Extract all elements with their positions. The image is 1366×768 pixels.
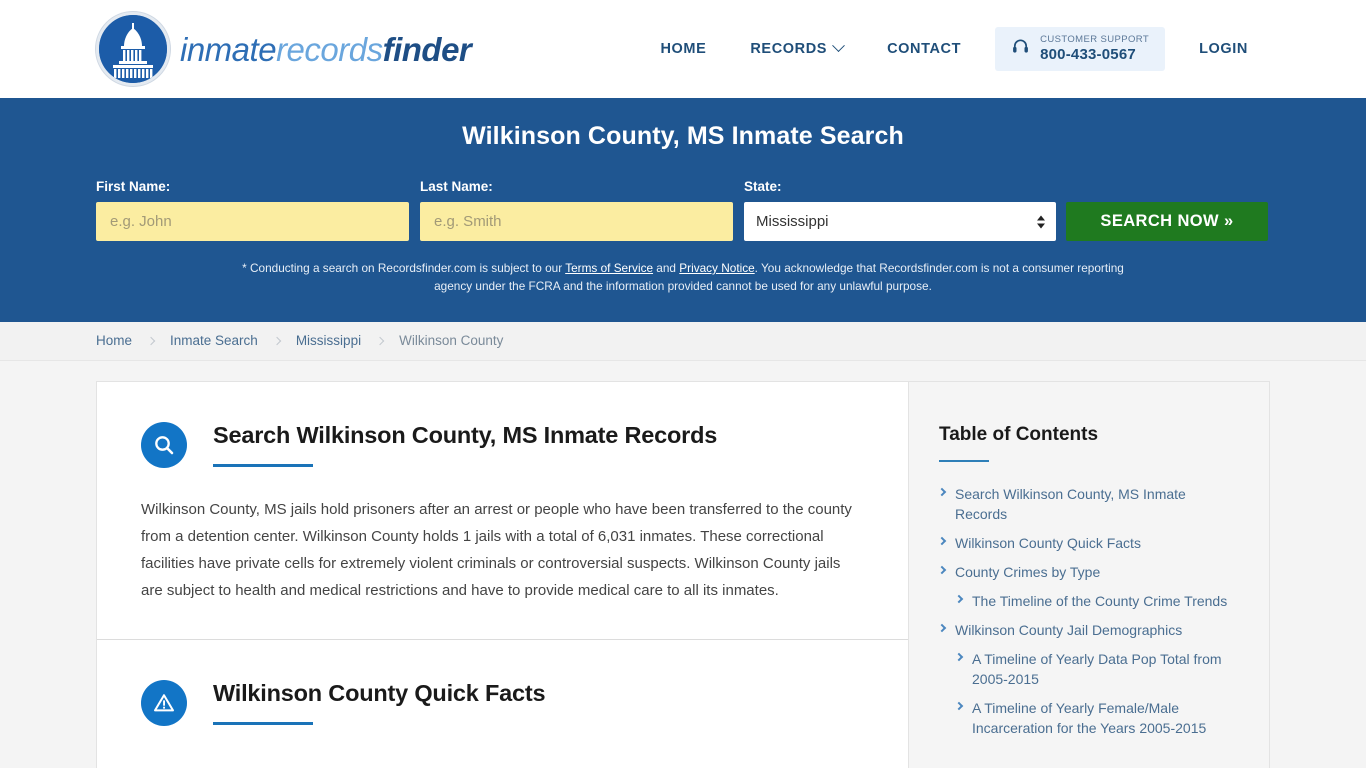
chevron-right-icon — [937, 565, 947, 574]
breadcrumb-bar: Home Inmate Search Mississippi Wilkinson… — [0, 321, 1366, 361]
headset-icon — [1011, 37, 1030, 61]
toc-underline — [939, 459, 989, 462]
chevron-right-icon — [954, 701, 964, 710]
chevron-right-icon — [937, 487, 947, 496]
disclaimer-part-2: and — [653, 261, 680, 275]
state-select[interactable]: Mississippi — [744, 202, 1056, 241]
inmate-search-form: First Name: Last Name: State: Mississipp… — [96, 179, 1270, 241]
chevron-right-icon — [937, 623, 947, 632]
toc-link[interactable]: The Timeline of the County Crime Trends — [972, 591, 1227, 611]
chevron-right-icon — [375, 336, 385, 345]
toc-item[interactable]: Wilkinson County Jail Demographics — [937, 620, 1241, 640]
chevron-down-icon — [832, 39, 845, 53]
table-of-contents-sidebar: Table of Contents Search Wilkinson Count… — [908, 381, 1269, 768]
nav-records-label: RECORDS — [750, 40, 828, 57]
site-header: inmaterecordsfinder HOME RECORDS CONTACT… — [0, 0, 1366, 98]
toc-link[interactable]: County Crimes by Type — [955, 562, 1100, 582]
first-name-field-group: First Name: — [96, 179, 409, 241]
nav-login[interactable]: LOGIN — [1177, 31, 1270, 67]
nav-contact[interactable]: CONTACT — [865, 31, 983, 67]
terms-of-service-link[interactable]: Terms of Service — [565, 261, 653, 275]
toc-item[interactable]: The Timeline of the County Crime Trends — [939, 591, 1241, 611]
toc-item[interactable]: Wilkinson County Quick Facts — [937, 533, 1241, 553]
toc-link[interactable]: A Timeline of Yearly Female/Male Incarce… — [972, 698, 1241, 738]
chevron-right-icon — [146, 336, 156, 345]
toc-item[interactable]: County Crimes by Type — [937, 562, 1241, 582]
chevron-right-icon — [937, 536, 947, 545]
warning-triangle-icon — [141, 679, 187, 726]
state-field-group: State: Mississippi — [744, 179, 1056, 241]
logo-text-records: records — [276, 30, 383, 68]
first-name-label: First Name: — [96, 179, 171, 194]
page-title: Wilkinson County, MS Inmate Search — [462, 122, 904, 150]
last-name-label: Last Name: — [420, 179, 493, 194]
support-label: CUSTOMER SUPPORT — [1040, 33, 1150, 45]
page-body: Search Wilkinson County, MS Inmate Recor… — [0, 361, 1366, 768]
disclaimer-part-1: * Conducting a search on Recordsfinder.c… — [242, 261, 566, 275]
support-phone: 800-433-0567 — [1040, 45, 1136, 63]
breadcrumb-item-home[interactable]: Home — [96, 333, 132, 348]
search-disclaimer: * Conducting a search on Recordsfinder.c… — [233, 259, 1133, 296]
last-name-input[interactable] — [420, 202, 733, 241]
toc-link[interactable]: Wilkinson County Jail Demographics — [955, 620, 1182, 640]
title-underline — [213, 463, 313, 467]
nav-records[interactable]: RECORDS — [728, 31, 865, 67]
first-name-input[interactable] — [96, 202, 409, 241]
toc-link[interactable]: Search Wilkinson County, MS Inmate Recor… — [955, 484, 1241, 524]
nav-home[interactable]: HOME — [638, 31, 728, 67]
site-logo[interactable]: inmaterecordsfinder — [96, 12, 472, 86]
breadcrumb: Home Inmate Search Mississippi Wilkinson… — [96, 333, 503, 348]
search-now-button[interactable]: SEARCH NOW » — [1066, 202, 1268, 241]
toc-item[interactable]: A Timeline of Yearly Female/Male Incarce… — [939, 698, 1241, 738]
section-quick-facts: Wilkinson County Quick Facts — [97, 640, 908, 726]
capitol-dome-icon — [96, 12, 170, 86]
privacy-notice-link[interactable]: Privacy Notice — [679, 261, 754, 275]
toc-title: Table of Contents — [939, 423, 1099, 445]
title-underline — [213, 721, 313, 725]
breadcrumb-item-current: Wilkinson County — [399, 333, 504, 349]
toc-list: Search Wilkinson County, MS Inmate Recor… — [937, 484, 1241, 738]
state-label: State: — [744, 179, 782, 194]
section-title-quick-facts: Wilkinson County Quick Facts — [213, 679, 546, 706]
toc-item[interactable]: Search Wilkinson County, MS Inmate Recor… — [937, 484, 1241, 524]
logo-text-finder: finder — [382, 30, 472, 68]
last-name-field-group: Last Name: — [420, 179, 733, 241]
chevron-right-icon — [954, 652, 964, 661]
nav-login-label: LOGIN — [1199, 40, 1248, 57]
toc-link[interactable]: A Timeline of Yearly Data Pop Total from… — [972, 649, 1241, 689]
breadcrumb-item-mississippi[interactable]: Mississippi — [296, 333, 361, 348]
customer-support-block[interactable]: CUSTOMER SUPPORT 800-433-0567 — [995, 26, 1166, 72]
search-magnifier-icon — [141, 421, 187, 468]
breadcrumb-item-inmate-search[interactable]: Inmate Search — [170, 333, 258, 348]
section-search-records: Search Wilkinson County, MS Inmate Recor… — [97, 382, 908, 640]
nav-home-label: HOME — [660, 40, 707, 57]
chevron-right-icon — [272, 336, 282, 345]
logo-text-inmate: inmate — [180, 30, 277, 68]
nav-contact-label: CONTACT — [887, 40, 962, 57]
toc-link[interactable]: Wilkinson County Quick Facts — [955, 533, 1141, 553]
hero-search-section: Wilkinson County, MS Inmate Search First… — [0, 98, 1366, 322]
main-navigation: HOME RECORDS CONTACT CUSTOMER SUPPORT 80… — [638, 26, 1270, 72]
chevron-right-icon — [954, 594, 964, 603]
content-card: Search Wilkinson County, MS Inmate Recor… — [96, 380, 1270, 768]
toc-item[interactable]: A Timeline of Yearly Data Pop Total from… — [939, 649, 1241, 689]
main-content-column: Search Wilkinson County, MS Inmate Recor… — [97, 382, 908, 768]
section-body-search-records: Wilkinson County, MS jails hold prisoner… — [141, 500, 852, 600]
section-title-search-records: Search Wilkinson County, MS Inmate Recor… — [213, 421, 718, 448]
logo-wordmark: inmaterecordsfinder — [180, 30, 472, 68]
